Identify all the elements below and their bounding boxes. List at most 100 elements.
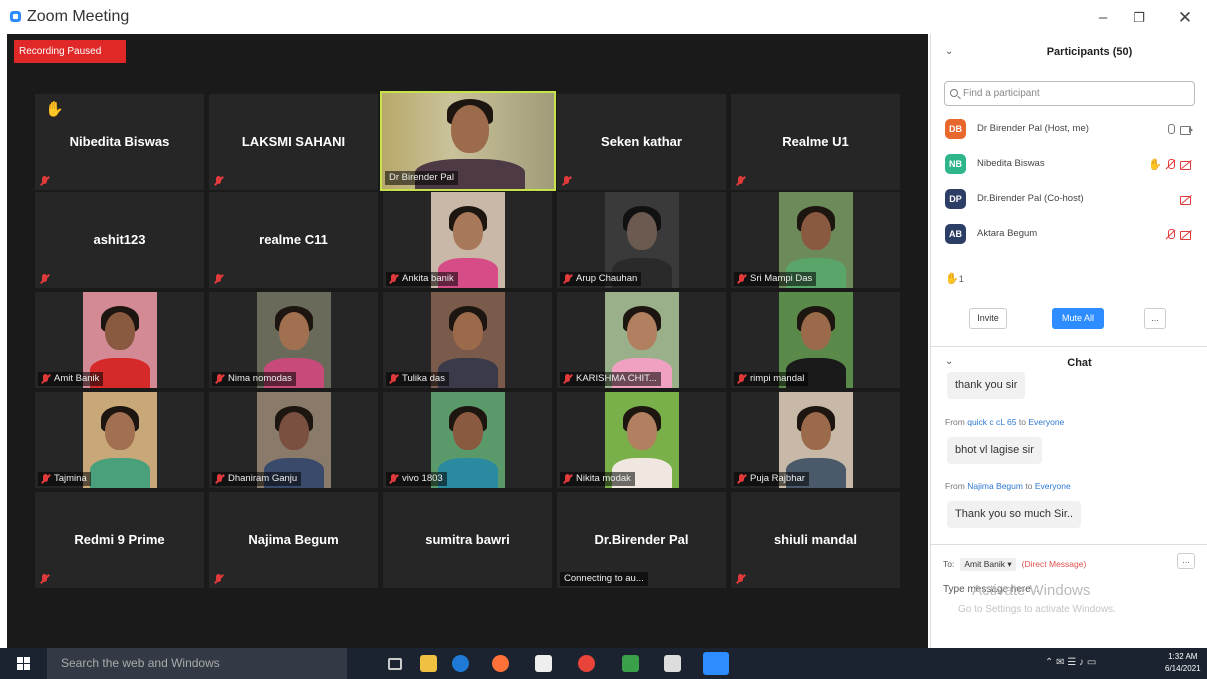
- sender-name[interactable]: quick c cL 65: [967, 417, 1016, 427]
- mic-muted-icon: [40, 274, 50, 285]
- participant-name: rimpi mandal: [750, 373, 805, 384]
- video-tile[interactable]: Redmi 9 Prime: [35, 492, 204, 588]
- participant-name-label: Nikita modak: [560, 472, 635, 486]
- restore-button[interactable]: ❐: [1124, 6, 1154, 30]
- participant-video: [83, 392, 157, 488]
- video-tile[interactable]: LAKSMI SAHANI: [209, 94, 378, 190]
- video-tile[interactable]: Nikita modak: [557, 392, 726, 488]
- participant-name-label: Tajmina: [38, 472, 91, 486]
- participant-name: Sri Mampi Das: [750, 273, 813, 284]
- raised-hands-count: ✋1: [945, 273, 964, 285]
- task-view-icon[interactable]: [388, 658, 402, 670]
- video-tile[interactable]: Nima nomodas: [209, 292, 378, 388]
- firefox-icon[interactable]: [492, 655, 509, 672]
- taskbar-search-input[interactable]: Search the web and Windows: [47, 648, 347, 679]
- to-word: to: [1018, 417, 1026, 427]
- file-explorer-icon[interactable]: [420, 655, 437, 672]
- side-panel: ⌄ Participants (50) Find a participant D…: [930, 34, 1207, 648]
- video-tile[interactable]: Tajmina: [35, 392, 204, 488]
- excel-icon[interactable]: [622, 655, 639, 672]
- participant-name: Nibedita Biswas: [977, 158, 1045, 169]
- windows-start-icon[interactable]: [17, 657, 30, 670]
- video-tile[interactable]: vivo 1803: [383, 392, 552, 488]
- mic-muted-icon: [563, 274, 573, 285]
- video-tile[interactable]: Seken kathar: [557, 94, 726, 190]
- tray-icons[interactable]: ⌃ ✉ ☰ ♪ ▭: [1045, 657, 1096, 668]
- from-word: From: [945, 417, 965, 427]
- recipient-select[interactable]: Amit Banik ▾: [960, 558, 1016, 571]
- video-tile[interactable]: Dr.Birender Pal Connecting to au...: [557, 492, 726, 588]
- participant-row[interactable]: DB Dr Birender Pal (Host, me): [931, 111, 1201, 144]
- participant-name: Nikita modak: [576, 473, 631, 484]
- video-tile[interactable]: Ankita banik: [383, 192, 552, 288]
- video-tile[interactable]: Amit Banik: [35, 292, 204, 388]
- avatar: NB: [945, 154, 966, 174]
- video-tile[interactable]: Arup Chauhan: [557, 192, 726, 288]
- chat-more-button[interactable]: ...: [1177, 553, 1195, 569]
- mic-muted-icon: [214, 274, 224, 285]
- mic-muted-icon: [40, 574, 50, 585]
- edge-browser-icon[interactable]: [452, 655, 469, 672]
- active-speaker-tile[interactable]: Dr Birender Pal: [380, 91, 556, 191]
- video-tile[interactable]: realme C11: [209, 192, 378, 288]
- participant-name: ashit123: [93, 232, 146, 247]
- participant-name: Amit Banik: [54, 373, 100, 384]
- video-tile[interactable]: rimpi mandal: [731, 292, 900, 388]
- participant-name: sumitra bawri: [425, 532, 510, 547]
- sender-name[interactable]: Najima Begum: [967, 481, 1023, 491]
- mic-muted-icon: [215, 374, 225, 385]
- more-options-button[interactable]: ...: [1144, 308, 1166, 329]
- mic-muted-icon: [562, 176, 572, 187]
- mic-muted-icon: [737, 374, 747, 385]
- search-placeholder: Find a participant: [963, 88, 1040, 99]
- video-tile[interactable]: sumitra bawri: [383, 492, 552, 588]
- raised-hand-icon: [1148, 159, 1161, 171]
- video-tile[interactable]: Sri Mampi Das: [731, 192, 900, 288]
- video-tile[interactable]: Puja Rajbhar: [731, 392, 900, 488]
- taskbar-clock[interactable]: 1:32 AM 6/14/2021: [1165, 651, 1201, 675]
- video-tile[interactable]: ✋ Nibedita Biswas: [35, 94, 204, 190]
- video-tile[interactable]: KARISHMA CHIT...: [557, 292, 726, 388]
- mic-muted-icon: [41, 474, 51, 485]
- mic-muted-icon: [563, 474, 573, 485]
- video-tile[interactable]: Realme U1: [731, 94, 900, 190]
- participant-row[interactable]: AB Aktara Begum: [931, 216, 1201, 249]
- raised-hands-number: 1: [958, 274, 964, 284]
- photos-icon[interactable]: [664, 655, 681, 672]
- invite-button[interactable]: Invite: [969, 308, 1007, 329]
- gallery-view: Recording Paused ✋ Nibedita Biswas LAKSM…: [7, 34, 928, 648]
- participant-name: Dr.Birender Pal (Co-host): [977, 193, 1084, 204]
- participant-name-label: Arup Chauhan: [560, 272, 642, 286]
- store-icon[interactable]: [535, 655, 552, 672]
- close-button[interactable]: ✕: [1170, 6, 1200, 30]
- chrome-icon[interactable]: [578, 655, 595, 672]
- participant-row[interactable]: DP Dr.Birender Pal (Co-host): [931, 181, 1201, 214]
- to-label: To:: [943, 559, 955, 569]
- recipient-name: Everyone: [1028, 417, 1065, 427]
- participant-name: Ankita banik: [402, 273, 454, 284]
- mic-muted-icon: [214, 176, 224, 187]
- mic-icon: [1164, 123, 1177, 136]
- participant-row[interactable]: NB Nibedita Biswas: [931, 146, 1201, 179]
- zoom-taskbar-icon[interactable]: [703, 652, 729, 675]
- window-title: Zoom Meeting: [27, 8, 130, 25]
- video-tile[interactable]: Tulika das: [383, 292, 552, 388]
- camera-off-icon: [1180, 194, 1193, 206]
- video-tile[interactable]: shiuli mandal: [731, 492, 900, 588]
- mic-muted-icon: [736, 176, 746, 187]
- video-tile[interactable]: ashit123: [35, 192, 204, 288]
- video-tile[interactable]: Najima Begum: [209, 492, 378, 588]
- participant-name: Nima nomodas: [228, 373, 292, 384]
- recording-paused-badge[interactable]: Recording Paused: [14, 40, 126, 63]
- participant-name-label: Dhaniram Ganju: [212, 472, 302, 486]
- to-word: to: [1025, 481, 1033, 491]
- chat-message-meta: From Najima Begum to Everyone: [945, 481, 1071, 491]
- video-tile[interactable]: Dhaniram Ganju: [209, 392, 378, 488]
- participant-search-input[interactable]: Find a participant: [944, 81, 1195, 106]
- participant-name-label: rimpi mandal: [734, 372, 809, 386]
- avatar: DP: [945, 189, 966, 209]
- chat-message-meta: From quick c cL 65 to Everyone: [945, 417, 1064, 427]
- minimize-button[interactable]: –: [1088, 6, 1118, 30]
- mute-all-button[interactable]: Mute All: [1052, 308, 1104, 329]
- direct-message-label: (Direct Message): [1021, 559, 1087, 569]
